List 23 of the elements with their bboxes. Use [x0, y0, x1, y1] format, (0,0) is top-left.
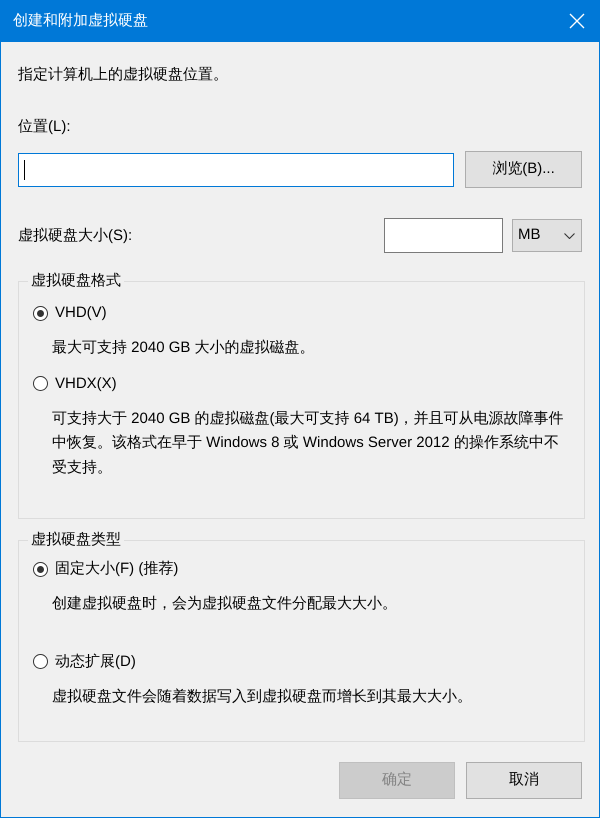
chevron-down-icon [564, 232, 575, 238]
group-legend: 虚拟硬盘格式 [28, 271, 124, 291]
window-title: 创建和附加虚拟硬盘 [13, 11, 148, 31]
close-button[interactable] [567, 11, 587, 31]
radio-option[interactable]: 固定大小(F) (推荐) [33, 559, 178, 579]
dialog-button[interactable]: 取消 [466, 762, 582, 799]
location-input[interactable] [18, 152, 454, 186]
unit-dropdown[interactable]: MB [512, 219, 582, 252]
option-description: 可支持大于 2040 GB 的虚拟磁盘(最大可支持 64 TB)，并且可从电源故障事件中恢复。该格式在早于 Windows 8 或 Windows Server 2012 的操作系统中不受支持。 [52, 408, 565, 478]
option-description: 虚拟硬盘文件会随着数据写入到虚拟硬盘而增长到其最大大小。 [52, 686, 473, 706]
browse-button[interactable]: 浏览(B)... [465, 151, 582, 188]
size-input[interactable] [384, 218, 503, 253]
radio-option[interactable]: 动态扩展(D) [33, 652, 136, 672]
size-label: 虚拟硬盘大小(S): [18, 226, 134, 246]
instruction-text: 指定计算机上的虚拟硬盘位置。 [18, 65, 229, 85]
text-cursor-icon [24, 160, 25, 180]
radio-option[interactable]: VHDX(X) [33, 374, 117, 394]
radio-option[interactable]: VHD(V) [33, 303, 107, 323]
location-label: 位置(L): [18, 117, 72, 137]
option-description: 创建虚拟硬盘时，会为虚拟硬盘文件分配最大大小。 [52, 594, 398, 614]
close-icon [569, 13, 585, 29]
group-legend: 虚拟硬盘类型 [28, 530, 124, 550]
option-description: 最大可支持 2040 GB 大小的虚拟磁盘。 [52, 338, 316, 358]
